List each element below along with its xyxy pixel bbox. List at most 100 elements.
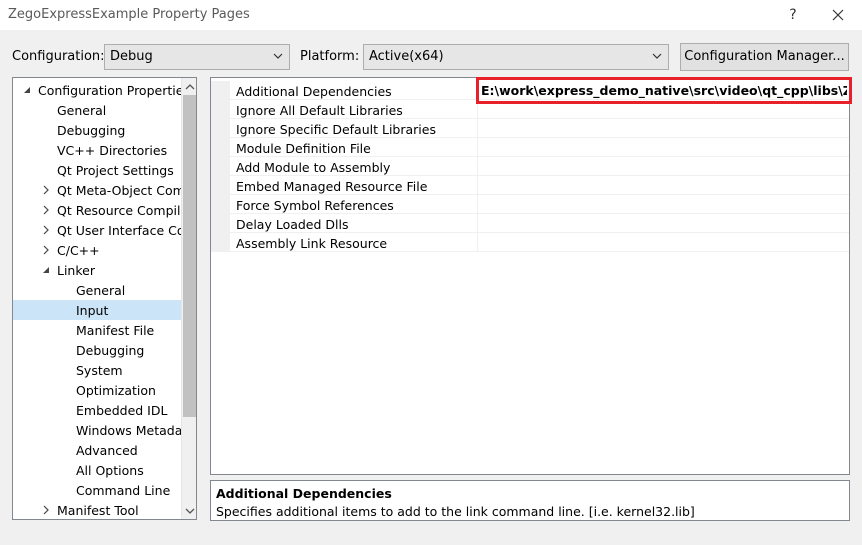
- tree-item[interactable]: VC++ Directories: [13, 140, 181, 160]
- property-row[interactable]: Add Module to Assembly: [211, 157, 849, 176]
- row-gutter: [211, 195, 230, 214]
- tree-item[interactable]: All Options: [13, 460, 181, 480]
- property-name: Add Module to Assembly: [236, 160, 391, 175]
- platform-select[interactable]: Active(x64): [363, 44, 669, 70]
- row-gutter: [211, 138, 230, 157]
- collapsed-arrow-icon[interactable]: [41, 504, 51, 516]
- tree-item[interactable]: General: [13, 280, 181, 300]
- title-bar: ZegoExpressExample Property Pages ?: [0, 0, 862, 30]
- column-divider: [477, 100, 478, 119]
- tree-item-label: Qt Project Settings: [57, 163, 174, 178]
- tree-scrollbar[interactable]: [181, 78, 196, 519]
- tree-item-label: Input: [76, 303, 109, 318]
- row-gutter: [211, 157, 230, 176]
- platform-value: Active(x64): [369, 49, 444, 64]
- collapsed-arrow-icon[interactable]: [41, 244, 51, 256]
- description-panel: Additional Dependencies Specifies additi…: [210, 480, 850, 521]
- chevron-down-icon: [185, 508, 195, 514]
- collapsed-arrow-icon[interactable]: [41, 204, 51, 216]
- tree-item-label: Command Line: [76, 483, 171, 498]
- tree-item-label: All Options: [76, 463, 144, 478]
- property-name: Additional Dependencies: [236, 84, 392, 99]
- tree-item[interactable]: Qt Meta-Object Com: [13, 180, 181, 200]
- property-tree: Configuration Properties General Debugging…: [12, 77, 197, 520]
- description-title: Additional Dependencies: [216, 486, 392, 501]
- window-title: ZegoExpressExample Property Pages: [8, 7, 250, 22]
- tree-item-label: VC++ Directories: [57, 143, 168, 158]
- tree-item-label: Manifest File: [76, 323, 155, 338]
- tree-item-label: Qt Meta-Object Com: [57, 183, 181, 198]
- collapsed-arrow-icon[interactable]: [41, 224, 51, 236]
- tree-item-label: Windows Metada: [76, 423, 181, 438]
- property-row[interactable]: Ignore All Default Libraries: [211, 100, 849, 119]
- property-name: Ignore Specific Default Libraries: [236, 122, 436, 137]
- property-row[interactable]: Module Definition File: [211, 138, 849, 157]
- property-name: Force Symbol References: [236, 198, 394, 213]
- tree-item-label: Embedded IDL: [76, 403, 168, 418]
- platform-label: Platform:: [300, 49, 360, 64]
- property-row[interactable]: Assembly Link Resource: [211, 233, 849, 252]
- scroll-up-button[interactable]: [182, 78, 196, 95]
- tree-item-label: System: [76, 363, 123, 378]
- column-divider: [477, 176, 478, 195]
- tree-item[interactable]: Debugging: [13, 120, 181, 140]
- property-row[interactable]: Additional Dependencies E:\work\express_d…: [211, 81, 849, 100]
- property-name: Module Definition File: [236, 141, 371, 156]
- column-divider: [477, 214, 478, 233]
- column-divider: [477, 157, 478, 176]
- row-gutter: [211, 100, 230, 119]
- tree-item-label: C/C++: [57, 243, 100, 258]
- expanded-arrow-icon[interactable]: [22, 84, 32, 96]
- tree-item-label: General: [76, 283, 126, 298]
- property-row[interactable]: Ignore Specific Default Libraries: [211, 119, 849, 138]
- tree-item[interactable]: Qt Project Settings: [13, 160, 181, 180]
- chevron-up-icon: [185, 83, 195, 89]
- chevron-down-icon: [273, 53, 283, 59]
- tree-item-label: Linker: [57, 263, 95, 278]
- column-divider: [477, 195, 478, 214]
- tree-item[interactable]: Input: [13, 300, 181, 320]
- configuration-select[interactable]: Debug: [104, 44, 290, 70]
- property-name: Ignore All Default Libraries: [236, 103, 403, 118]
- tree-item[interactable]: Windows Metada: [13, 420, 181, 440]
- tree-item[interactable]: Command Line: [13, 480, 181, 500]
- tree-item[interactable]: Configuration Properties: [13, 80, 181, 100]
- tree-item[interactable]: C/C++: [13, 240, 181, 260]
- collapsed-arrow-icon[interactable]: [41, 184, 51, 196]
- column-divider: [477, 81, 478, 100]
- tree-item[interactable]: Manifest File: [13, 320, 181, 340]
- tree-item[interactable]: Optimization: [13, 380, 181, 400]
- expanded-arrow-icon[interactable]: [41, 264, 51, 276]
- row-gutter: [211, 81, 230, 100]
- tree-item-label: Advanced: [76, 443, 138, 458]
- tree-item-label: Manifest Tool: [57, 503, 139, 518]
- property-row[interactable]: Force Symbol References: [211, 195, 849, 214]
- property-row[interactable]: Delay Loaded Dlls: [211, 214, 849, 233]
- property-row[interactable]: Embed Managed Resource File: [211, 176, 849, 195]
- tree-item[interactable]: Qt User Interface Co: [13, 220, 181, 240]
- tree-item-label: General: [57, 103, 107, 118]
- scroll-down-button[interactable]: [182, 502, 196, 519]
- close-icon: [832, 9, 844, 21]
- tree-item[interactable]: Embedded IDL: [13, 400, 181, 420]
- tree-item[interactable]: Qt Resource Compile: [13, 200, 181, 220]
- close-button[interactable]: [818, 2, 858, 28]
- scroll-thumb[interactable]: [183, 95, 196, 417]
- row-gutter: [211, 119, 230, 138]
- property-name: Embed Managed Resource File: [236, 179, 428, 194]
- description-text: Specifies additional items to add to the…: [216, 504, 695, 519]
- tree-item[interactable]: Linker: [13, 260, 181, 280]
- tree-item[interactable]: General: [13, 100, 181, 120]
- tree-item[interactable]: System: [13, 360, 181, 380]
- row-gutter: [211, 176, 230, 195]
- configuration-value: Debug: [110, 49, 153, 64]
- property-grid: Additional Dependencies E:\work\express_d…: [210, 77, 850, 475]
- tree-item[interactable]: Advanced: [13, 440, 181, 460]
- column-divider: [477, 233, 478, 252]
- tree-item[interactable]: Debugging: [13, 340, 181, 360]
- tree-item-label: Optimization: [76, 383, 156, 398]
- help-button[interactable]: ?: [773, 2, 813, 28]
- configuration-manager-button[interactable]: Configuration Manager...: [680, 43, 849, 71]
- tree-item[interactable]: Manifest Tool: [13, 500, 181, 519]
- property-value[interactable]: E:\work\express_demo_native\src\video\qt…: [481, 83, 847, 98]
